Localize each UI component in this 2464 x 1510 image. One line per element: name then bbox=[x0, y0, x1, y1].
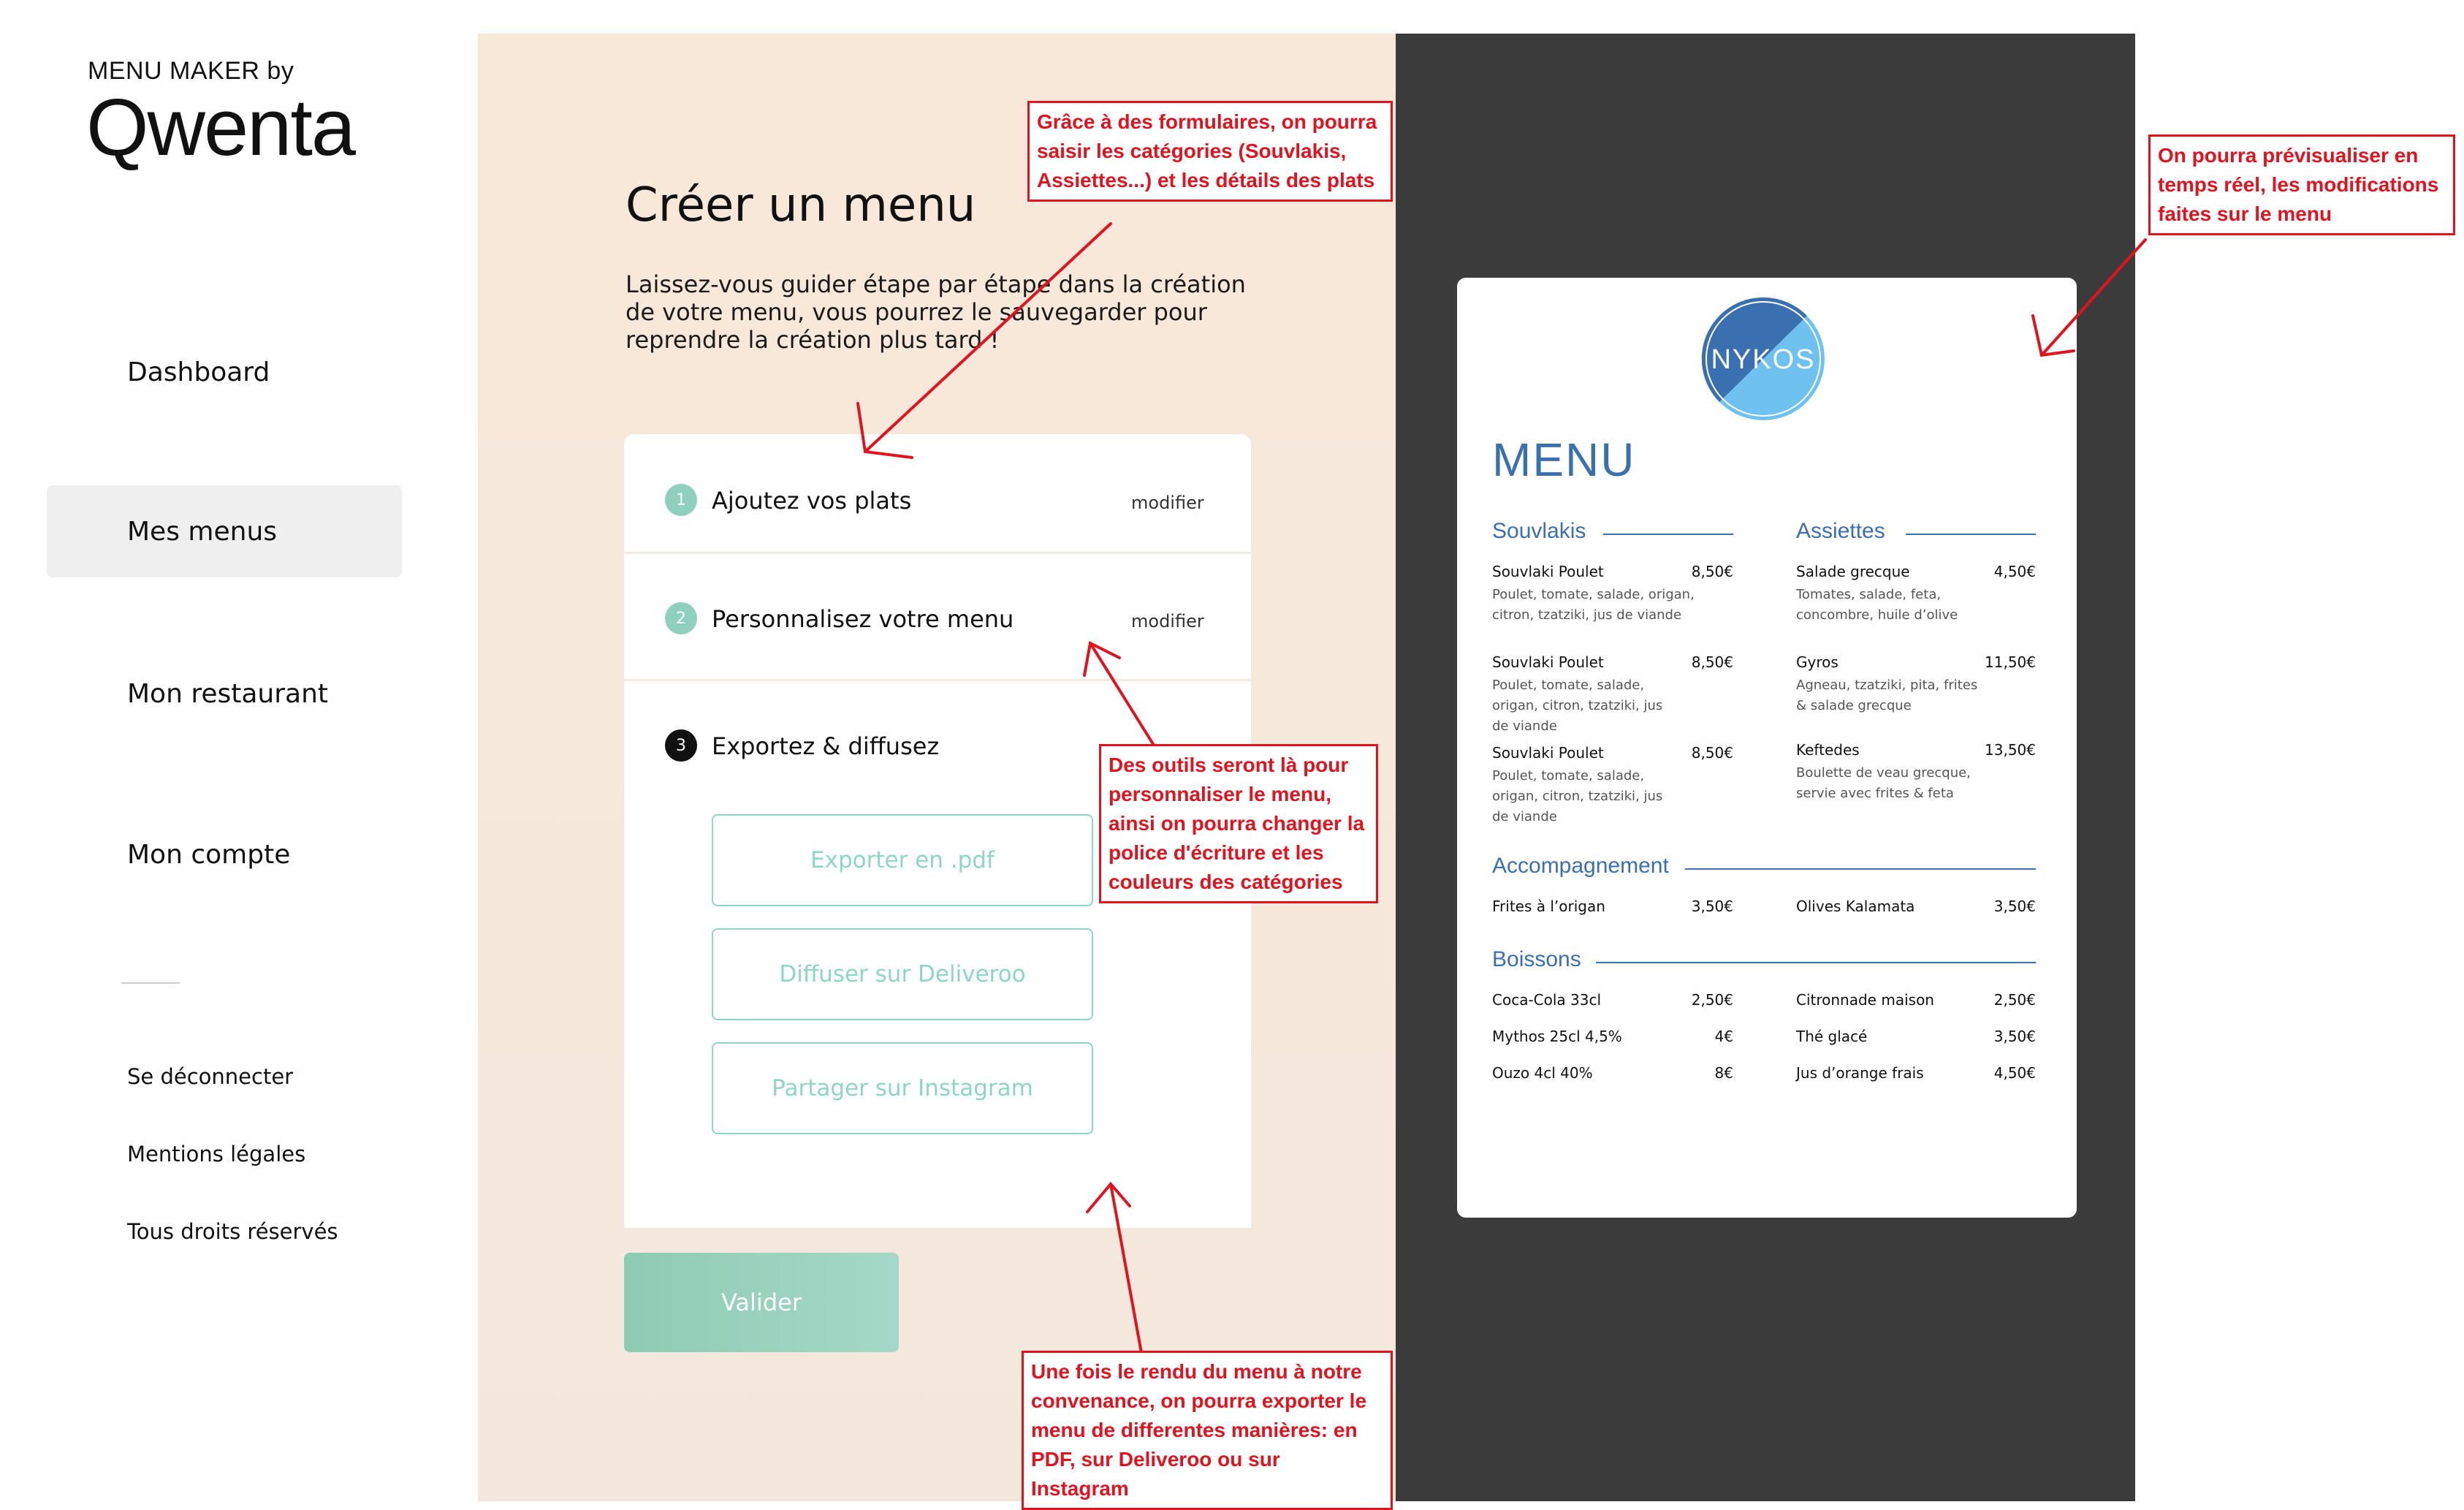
step-label: Exportez & diffusez bbox=[712, 732, 940, 760]
sidebar bbox=[29, 34, 478, 1501]
step-label: Ajoutez vos plats bbox=[712, 487, 912, 515]
legal-link[interactable]: Mentions légales bbox=[127, 1142, 305, 1166]
dish-price: 11,50€ bbox=[1985, 653, 2036, 671]
dish-name: Souvlaki Poulet bbox=[1492, 653, 1604, 671]
instagram-button[interactable]: Partager sur Instagram bbox=[712, 1042, 1093, 1134]
step-customize-menu[interactable]: 2 Personnalisez votre menu modifier bbox=[624, 554, 1251, 681]
category-title-assiettes: Assiettes bbox=[1796, 519, 1885, 543]
annotation-forms: Grâce à des formulaires, on pourra saisi… bbox=[1027, 101, 1393, 202]
dish-price: 4€ bbox=[1714, 1028, 1733, 1045]
menu-preview-card: NYKOS MENU Souvlakis Souvlaki Poulet 8,5… bbox=[1457, 278, 2077, 1218]
dish-name: Frites à l’origan bbox=[1492, 898, 1605, 915]
category-title-boissons: Boissons bbox=[1492, 947, 1581, 971]
menu-title: MENU bbox=[1492, 433, 1636, 486]
dish-name: Mythos 25cl 4,5% bbox=[1492, 1028, 1622, 1045]
sidebar-item-mon-compte[interactable]: Mon compte bbox=[47, 808, 402, 900]
dish-price: 13,50€ bbox=[1985, 741, 2036, 759]
category-divider bbox=[1603, 534, 1733, 535]
dish-name: Citronnade maison bbox=[1796, 991, 1934, 1009]
sidebar-item-mes-menus[interactable]: Mes menus bbox=[47, 485, 402, 577]
brand-tagline: MENU MAKER by bbox=[88, 57, 294, 85]
page-intro: Laissez-vous guider étape par étape dans… bbox=[625, 270, 1246, 354]
dish-price: 2,50€ bbox=[1993, 991, 2036, 1009]
restaurant-logo: NYKOS bbox=[1701, 297, 1825, 421]
dish-price: 8,50€ bbox=[1691, 653, 1733, 671]
dish-price: 8,50€ bbox=[1691, 563, 1733, 580]
dish-description: Boulette de veau grecque, servie avec fr… bbox=[1796, 765, 1971, 801]
dish-description: Poulet, tomate, salade, origan, citron, … bbox=[1492, 587, 1695, 623]
edit-link[interactable]: modifier bbox=[1131, 611, 1204, 631]
dish-description: Poulet, tomate, salade, origan, citron, … bbox=[1492, 768, 1663, 824]
sidebar-item-label: Dashboard bbox=[127, 357, 270, 387]
dish-price: 8,50€ bbox=[1691, 744, 1733, 762]
edit-link[interactable]: modifier bbox=[1131, 493, 1204, 513]
dish-name: Keftedes bbox=[1796, 741, 1860, 759]
category-divider bbox=[1906, 534, 2036, 535]
sidebar-item-label: Mon restaurant bbox=[127, 678, 329, 709]
dish-name: Jus d’orange frais bbox=[1796, 1064, 1924, 1082]
dish-price: 3,50€ bbox=[1691, 898, 1733, 915]
sidebar-item-dashboard[interactable]: Dashboard bbox=[47, 326, 402, 418]
deliveroo-button[interactable]: Diffuser sur Deliveroo bbox=[712, 928, 1093, 1020]
dish-description: Agneau, tzatziki, pita, frites & salade … bbox=[1796, 678, 1978, 713]
category-title-souvlakis: Souvlakis bbox=[1492, 519, 1586, 543]
step-label: Personnalisez votre menu bbox=[712, 605, 1014, 633]
dish-name: Ouzo 4cl 40% bbox=[1492, 1064, 1593, 1082]
dish-name: Coca-Cola 33cl bbox=[1492, 991, 1602, 1009]
step-number: 2 bbox=[665, 602, 697, 634]
step-add-dishes[interactable]: 1 Ajoutez vos plats modifier bbox=[624, 434, 1251, 554]
dish-name: Gyros bbox=[1796, 653, 1839, 671]
dish-price: 2,50€ bbox=[1691, 991, 1733, 1009]
sidebar-item-label: Mon compte bbox=[127, 839, 291, 870]
annotation-export: Une fois le rendu du menu à notre conven… bbox=[1022, 1351, 1393, 1510]
export-pdf-button[interactable]: Exporter en .pdf bbox=[712, 814, 1093, 906]
dish-name: Olives Kalamata bbox=[1796, 898, 1915, 915]
logout-link[interactable]: Se déconnecter bbox=[127, 1064, 293, 1089]
category-divider bbox=[1685, 868, 2036, 870]
dish-name: Souvlaki Poulet bbox=[1492, 563, 1604, 580]
page-title: Créer un menu bbox=[625, 178, 976, 232]
dish-description: Poulet, tomate, salade, origan, citron, … bbox=[1492, 678, 1663, 734]
dish-name: Salade grecque bbox=[1796, 563, 1910, 580]
dish-price: 3,50€ bbox=[1993, 1028, 2036, 1045]
dish-description: Tomates, salade, feta, concombre, huile … bbox=[1796, 587, 1958, 623]
restaurant-logo-text: NYKOS bbox=[1711, 344, 1815, 375]
annotation-tools: Des outils seront là pour personnaliser … bbox=[1099, 744, 1378, 903]
dish-name: Thé glacé bbox=[1796, 1028, 1868, 1045]
dish-name: Souvlaki Poulet bbox=[1492, 744, 1604, 762]
sidebar-item-label: Mes menus bbox=[127, 516, 278, 547]
dish-price: 8€ bbox=[1714, 1064, 1733, 1082]
rights-link[interactable]: Tous droits réservés bbox=[127, 1219, 338, 1244]
annotation-preview: On pourra prévisualiser en temps réel, l… bbox=[2148, 134, 2455, 235]
sidebar-item-mon-restaurant[interactable]: Mon restaurant bbox=[47, 648, 402, 740]
validate-button[interactable]: Valider bbox=[624, 1253, 899, 1352]
dish-price: 4,50€ bbox=[1993, 1064, 2036, 1082]
sidebar-divider bbox=[121, 982, 180, 984]
dish-price: 4,50€ bbox=[1993, 563, 2036, 580]
step-number: 3 bbox=[665, 729, 697, 762]
category-divider bbox=[1596, 962, 2036, 963]
category-title-accompagnement: Accompagnement bbox=[1492, 854, 1669, 878]
step-number: 1 bbox=[665, 484, 697, 516]
brand-logo: Qwenta bbox=[86, 83, 356, 172]
dish-price: 3,50€ bbox=[1993, 898, 2036, 915]
